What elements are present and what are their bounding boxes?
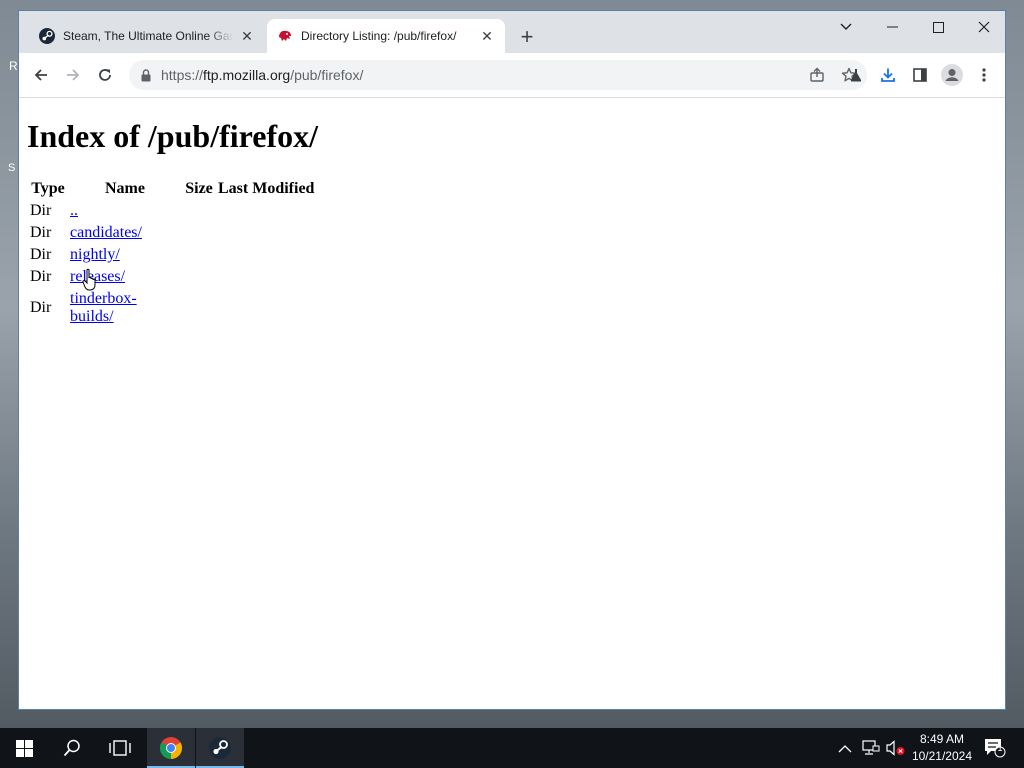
row-type: Dir — [30, 246, 52, 263]
close-icon — [978, 21, 990, 33]
share-icon[interactable] — [803, 61, 831, 89]
column-header-name: Name — [105, 180, 145, 197]
chevron-down-icon — [840, 23, 852, 30]
labs-icon[interactable] — [842, 61, 870, 89]
show-hidden-icons-button[interactable] — [838, 728, 852, 768]
search-icon — [63, 739, 80, 757]
reload-icon — [99, 69, 111, 81]
profile-icon[interactable] — [938, 61, 966, 89]
desktop-icon-label: S — [8, 162, 16, 174]
task-view-icon — [109, 740, 131, 756]
close-tab-icon[interactable]: ✕ — [237, 26, 257, 46]
tab-title: Steam, The Ultimate Online Game Platform — [63, 29, 233, 43]
browser-window: Steam, The Ultimate Online Game Platform… — [18, 10, 1006, 710]
row-type: Dir — [30, 268, 52, 285]
parent-directory-link[interactable]: .. — [70, 202, 78, 219]
browser-toolbar: https://ftp.mozilla.org/pub/firefox/ — [19, 53, 1005, 98]
back-button[interactable] — [27, 61, 55, 89]
row-modified — [217, 289, 315, 327]
row-type: Dir — [30, 299, 52, 316]
url-path: /pub/firefox/ — [290, 67, 364, 83]
table-row: Dir releases/ — [29, 267, 315, 287]
start-button[interactable] — [0, 728, 48, 768]
row-size — [183, 289, 215, 327]
windows-logo-icon — [15, 739, 33, 757]
row-modified — [217, 245, 315, 265]
maximize-button[interactable] — [915, 11, 961, 43]
row-size — [183, 267, 215, 287]
steam-icon — [39, 28, 55, 44]
nightly-link[interactable]: nightly/ — [70, 246, 120, 263]
tab-directory-listing[interactable]: Directory Listing: /pub/firefox/ ✕ — [267, 19, 505, 53]
steam-icon — [209, 737, 231, 759]
table-header-row: Type Name Size Last Modified — [29, 179, 315, 199]
table-row: Dir tinderbox-builds/ — [29, 289, 315, 327]
tab-steam[interactable]: Steam, The Ultimate Online Game Platform… — [29, 19, 265, 53]
forward-icon — [67, 69, 80, 81]
system-clock[interactable]: 8:49 AM 10/21/2024 — [912, 731, 972, 765]
action-center-button[interactable]: 1 — [982, 728, 1008, 768]
url-scheme: https:// — [161, 67, 204, 83]
url-host: ftp.mozilla.org — [203, 67, 291, 83]
page-title: Index of /pub/firefox/ — [27, 118, 318, 154]
tab-strip: Steam, The Ultimate Online Game Platform… — [19, 11, 1005, 53]
lock-icon[interactable] — [139, 68, 153, 82]
column-header-size: Size — [185, 180, 213, 197]
chrome-taskbar-button[interactable] — [147, 728, 195, 768]
steam-taskbar-button[interactable] — [196, 728, 244, 768]
url-text[interactable]: https://ftp.mozilla.org/pub/firefox/ — [161, 67, 803, 83]
row-type: Dir — [30, 224, 52, 241]
menu-icon[interactable] — [970, 61, 998, 89]
minimize-icon — [886, 26, 898, 28]
page-content: Index of /pub/firefox/ Type Name Size La… — [19, 98, 1005, 709]
notification-count: 1 — [997, 743, 1003, 753]
chrome-icon — [160, 737, 182, 759]
taskbar: 8:49 AM 10/21/2024 1 — [0, 728, 1024, 768]
column-header-type: Type — [31, 180, 65, 197]
candidates-link[interactable]: candidates/ — [70, 224, 142, 241]
new-tab-button[interactable]: + — [515, 24, 539, 49]
table-row: Dir candidates/ — [29, 223, 315, 243]
row-size — [183, 201, 215, 221]
column-header-modified: Last Modified — [218, 180, 315, 197]
desktop-icon-label: R — [9, 59, 18, 73]
row-type: Dir — [30, 202, 52, 219]
chevron-up-icon — [838, 744, 852, 752]
hand-cursor-icon — [82, 268, 96, 291]
maximize-icon — [932, 21, 944, 33]
row-size — [183, 245, 215, 265]
tab-search-button[interactable] — [823, 11, 869, 43]
close-window-button[interactable] — [961, 11, 1005, 43]
mozilla-dino-icon — [277, 28, 293, 44]
row-size — [183, 223, 215, 243]
row-modified — [217, 201, 315, 221]
reload-button[interactable] — [91, 61, 119, 89]
close-tab-icon[interactable]: ✕ — [477, 26, 497, 46]
directory-table: Type Name Size Last Modified Dir .. Dir … — [27, 177, 317, 329]
search-button[interactable] — [48, 728, 96, 768]
row-modified — [217, 223, 315, 243]
tinderbox-builds-link[interactable]: tinderbox-builds/ — [70, 290, 137, 325]
side-panel-icon[interactable] — [906, 61, 934, 89]
address-bar[interactable]: https://ftp.mozilla.org/pub/firefox/ — [129, 60, 867, 90]
clock-time: 8:49 AM — [919, 732, 964, 746]
network-icon[interactable] — [862, 728, 880, 768]
back-icon — [34, 69, 47, 81]
volume-muted-icon[interactable] — [886, 728, 906, 768]
task-view-button[interactable] — [96, 728, 144, 768]
row-modified — [217, 267, 315, 287]
minimize-button[interactable] — [869, 11, 915, 43]
download-icon[interactable] — [874, 61, 902, 89]
clock-date: 10/21/2024 — [911, 749, 972, 763]
forward-button[interactable] — [59, 61, 87, 89]
tab-title: Directory Listing: /pub/firefox/ — [301, 29, 457, 43]
table-row: Dir .. — [29, 201, 315, 221]
table-row: Dir nightly/ — [29, 245, 315, 265]
